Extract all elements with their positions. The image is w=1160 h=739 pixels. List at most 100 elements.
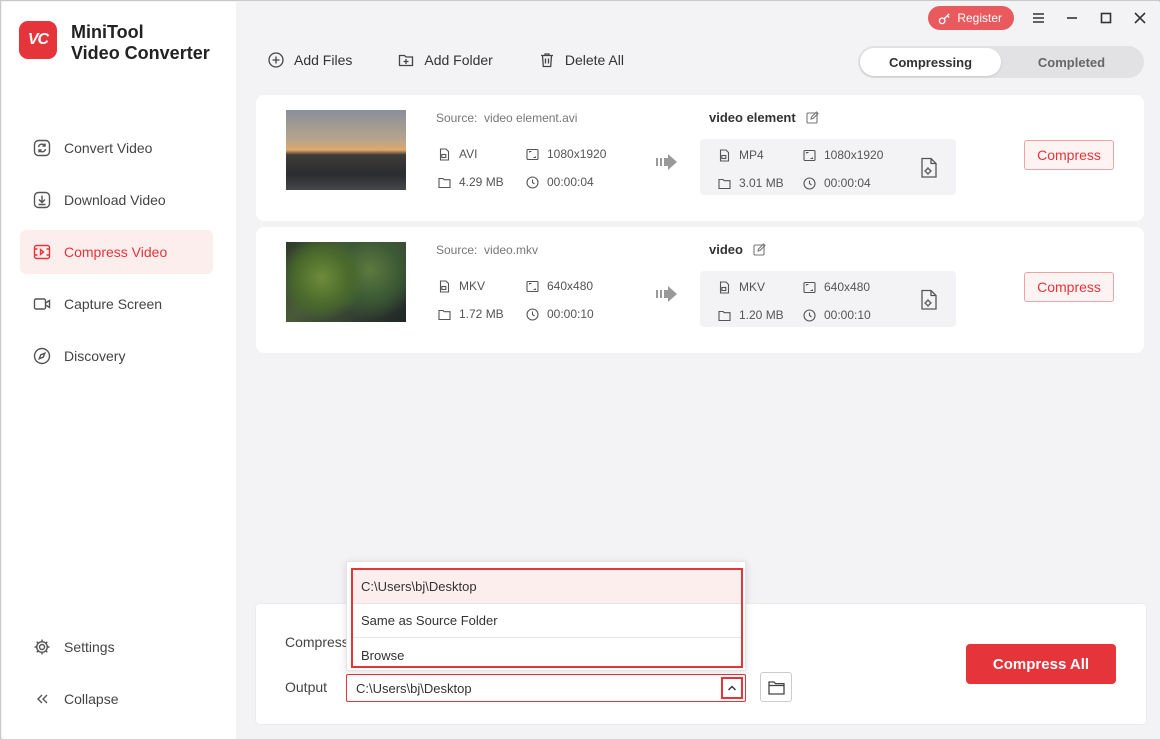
- download-icon: [33, 191, 51, 209]
- add-files-label: Add Files: [294, 52, 353, 68]
- sidebar-item-compress-video[interactable]: Compress Video: [20, 230, 213, 274]
- key-icon: [939, 12, 950, 24]
- open-folder-button[interactable]: [760, 672, 792, 702]
- output-duration: 00:00:10: [803, 308, 871, 322]
- sidebar-item-discovery[interactable]: Discovery: [20, 334, 213, 378]
- edit-icon[interactable]: [806, 111, 819, 124]
- sidebar-item-capture-screen[interactable]: Capture Screen: [20, 282, 213, 326]
- tab-compressing[interactable]: Compressing: [860, 48, 1001, 76]
- tab-completed[interactable]: Completed: [1001, 48, 1142, 76]
- clock-icon: [803, 176, 816, 190]
- hamburger-icon: [1032, 13, 1044, 23]
- close-icon: [1134, 12, 1146, 24]
- dropdown-option-desktop[interactable]: C:\Users\bj\Desktop: [353, 570, 741, 603]
- convert-icon: [33, 139, 51, 157]
- compress-icon: [33, 243, 51, 261]
- source-format: AVI: [438, 147, 477, 161]
- add-folder-button[interactable]: Add Folder: [398, 52, 493, 68]
- sidebar-item-label: Compress Video: [64, 244, 168, 260]
- compress-button[interactable]: Compress: [1024, 272, 1114, 302]
- source-duration: 00:00:10: [526, 307, 594, 321]
- output-size: 3.01 MB: [718, 176, 784, 190]
- source-duration: 00:00:04: [526, 175, 594, 189]
- minimize-button[interactable]: [1062, 8, 1082, 28]
- source-format-value: AVI: [459, 147, 478, 161]
- output-format: MKV: [718, 280, 765, 294]
- output-dropdown-menu: C:\Users\bj\Desktop Same as Source Folde…: [346, 561, 746, 671]
- add-files-button[interactable]: Add Files: [268, 52, 352, 68]
- output-duration-value: 00:00:04: [824, 176, 871, 190]
- source-duration-value: 00:00:10: [547, 307, 594, 321]
- output-resolution: 640x480: [803, 280, 870, 294]
- maximize-button[interactable]: [1096, 8, 1116, 28]
- register-button[interactable]: Register: [928, 6, 1014, 30]
- resolution-icon: [803, 281, 816, 293]
- toolbar: Add Files Add Folder Delete All: [268, 52, 624, 68]
- file-format-icon: [439, 147, 450, 161]
- sidebar-item-convert-video[interactable]: Convert Video: [20, 126, 213, 170]
- folder-icon: [718, 178, 731, 189]
- output-size-value: 1.20 MB: [739, 308, 784, 322]
- minimize-icon: [1067, 17, 1077, 19]
- source-info: Source: video element.avi: [436, 111, 577, 125]
- chevron-up-icon: [728, 685, 736, 691]
- file-format-icon: [719, 280, 730, 294]
- output-path-value: C:\Users\bj\Desktop: [356, 680, 472, 696]
- app-logo: VC: [19, 21, 57, 59]
- source-resolution: 1080x1920: [526, 147, 606, 161]
- close-button[interactable]: [1130, 8, 1150, 28]
- clock-icon: [526, 307, 539, 321]
- output-size-value: 3.01 MB: [739, 176, 784, 190]
- dropdown-option-same-as-source[interactable]: Same as Source Folder: [353, 604, 741, 637]
- dropdown-option-browse[interactable]: Browse: [353, 638, 741, 666]
- resolution-icon: [526, 280, 539, 292]
- output-resolution: 1080x1920: [803, 148, 883, 162]
- sidebar-item-download-video[interactable]: Download Video: [20, 178, 213, 222]
- video-thumbnail: [286, 242, 406, 322]
- resolution-icon: [803, 149, 816, 161]
- source-resolution: 640x480: [526, 279, 593, 293]
- double-chevron-left-icon: [33, 690, 51, 708]
- add-folder-label: Add Folder: [424, 52, 493, 68]
- compress-button[interactable]: Compress: [1024, 140, 1114, 170]
- compress-label: Compress: [285, 634, 349, 650]
- edit-icon[interactable]: [753, 243, 766, 256]
- resolution-icon: [526, 148, 539, 160]
- sidebar-item-label: Download Video: [64, 192, 166, 208]
- file-card: Source: video.mkv MKV 640x480 1.72 MB 00…: [256, 227, 1144, 353]
- sidebar: VC MiniTool Video Converter Convert Vide…: [2, 2, 236, 739]
- sidebar-item-label: Capture Screen: [64, 296, 163, 312]
- menu-button[interactable]: [1028, 8, 1048, 28]
- sidebar-item-settings[interactable]: Settings: [20, 625, 213, 669]
- folder-icon: [438, 309, 451, 320]
- delete-all-label: Delete All: [564, 52, 624, 68]
- source-label: Source:: [436, 111, 478, 125]
- file-format-icon: [719, 148, 730, 162]
- output-settings-box: MKV 640x480 1.20 MB 00:00:10: [700, 271, 956, 327]
- output-name-value: video element: [709, 110, 796, 125]
- add-folder-icon: [399, 54, 414, 67]
- trash-icon: [540, 53, 553, 68]
- output-format: MP4: [718, 148, 764, 162]
- output-dropdown-toggle[interactable]: [721, 677, 743, 699]
- file-format-icon: [439, 279, 450, 293]
- window-controls: Register: [928, 6, 1150, 30]
- output-path-select[interactable]: C:\Users\bj\Desktop: [346, 674, 746, 702]
- gear-icon: [33, 638, 51, 656]
- compress-all-button[interactable]: Compress All: [966, 644, 1116, 684]
- source-resolution-value: 1080x1920: [547, 147, 607, 161]
- source-format-value: MKV: [459, 279, 486, 293]
- settings-file-icon[interactable]: [919, 289, 939, 311]
- sidebar-collapse-button[interactable]: Collapse: [20, 677, 213, 721]
- output-name-value: video: [709, 242, 743, 257]
- output-format-value: MP4: [739, 148, 764, 162]
- clock-icon: [526, 175, 539, 189]
- sidebar-item-label: Convert Video: [64, 140, 153, 156]
- source-duration-value: 00:00:04: [547, 175, 594, 189]
- register-label: Register: [957, 11, 1002, 25]
- settings-file-icon[interactable]: [919, 157, 939, 179]
- delete-all-button[interactable]: Delete All: [539, 52, 624, 68]
- source-label: Source:: [436, 243, 478, 257]
- source-resolution-value: 640x480: [547, 279, 594, 293]
- camera-icon: [33, 295, 51, 313]
